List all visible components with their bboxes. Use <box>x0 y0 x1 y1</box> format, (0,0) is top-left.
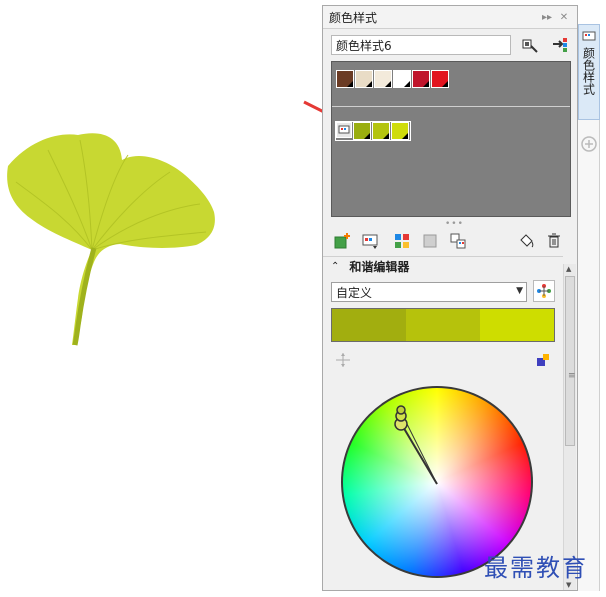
harmony-icon <box>362 234 378 249</box>
harmony-rule-value: 自定义 <box>336 285 373 300</box>
eyedropper-style-button[interactable] <box>519 34 541 56</box>
rearrange-icon <box>450 233 466 249</box>
color-swatch[interactable] <box>355 70 373 88</box>
drawing-canvas[interactable] <box>0 0 320 594</box>
color-swatch[interactable] <box>374 70 392 88</box>
harmony-color-cell[interactable] <box>406 309 480 341</box>
harmony-editor-title: 和谐编辑器 <box>349 260 410 274</box>
docker-tabs: 颜色样式 <box>578 24 600 591</box>
harmony-group-icon[interactable] <box>336 122 352 138</box>
ginkgo-leaf-illustration <box>7 133 215 346</box>
collapse-chevron-icon[interactable]: ⌃ <box>331 261 339 272</box>
color-styles-list[interactable] <box>331 61 571 217</box>
styles-toolbar <box>331 230 571 252</box>
dropdown-arrow-icon: ▼ <box>516 286 523 296</box>
harmony-tools-row <box>331 350 555 372</box>
link-styles-button[interactable] <box>391 230 413 252</box>
side-tab-label: 颜色样式 <box>581 47 596 95</box>
panel-header: 颜色样式 ▸▸ ✕ <box>323 6 577 29</box>
splitter-grip[interactable]: ••• <box>445 219 464 229</box>
style-name-input[interactable] <box>331 35 512 55</box>
color-swatch[interactable] <box>353 122 371 140</box>
new-style-icon <box>334 233 350 249</box>
harmony-color-strip[interactable] <box>331 308 555 342</box>
import-style-button[interactable] <box>549 34 571 56</box>
delete-style-button[interactable] <box>543 230 565 252</box>
rearrange-styles-button[interactable] <box>447 230 469 252</box>
harmony-color-cell[interactable] <box>480 309 554 341</box>
convert-styles-button[interactable] <box>419 230 441 252</box>
scrollbar-thumb[interactable]: ≡ <box>565 276 576 446</box>
color-swatch[interactable] <box>336 70 354 88</box>
palette-divider <box>332 106 570 107</box>
new-harmony-button[interactable] <box>359 230 381 252</box>
add-docker-icon[interactable] <box>581 136 597 152</box>
eyedropper-icon <box>522 39 539 53</box>
palette-row-selected[interactable] <box>335 121 411 141</box>
color-swatch[interactable] <box>393 70 411 88</box>
vertical-scrollbar[interactable]: ▲ ≡ ▼ <box>563 264 576 590</box>
style-name-row <box>331 33 571 57</box>
convert-icon <box>423 234 437 248</box>
close-icon[interactable]: ✕ <box>557 12 571 23</box>
tab-color-styles[interactable]: 颜色样式 <box>578 24 600 120</box>
color-styles-tab-icon <box>582 31 596 41</box>
color-styles-panel: 颜色样式 ▸▸ ✕ 颜色样式6 ••• ⌃ 和谐编辑器 自定义 ▼ ▲ ≡ ▼ <box>322 5 578 591</box>
paint-bucket-icon <box>520 234 534 248</box>
palette-row[interactable] <box>336 70 450 88</box>
apply-style-button[interactable] <box>515 230 537 252</box>
expand-icon[interactable]: ▸▸ <box>540 12 554 23</box>
harmony-rules-button[interactable] <box>533 280 555 302</box>
color-model-icon[interactable] <box>535 352 551 371</box>
harmony-editor-header[interactable]: ⌃ 和谐编辑器 <box>323 256 563 276</box>
harmony-nodes-icon <box>537 284 551 298</box>
harmony-rule-select[interactable]: 自定义 ▼ <box>331 282 527 302</box>
import-arrow-icon <box>553 38 568 52</box>
trash-icon <box>548 233 560 248</box>
link-grid-icon <box>395 234 409 248</box>
color-swatch[interactable] <box>372 122 390 140</box>
harmony-color-cell[interactable] <box>332 309 406 341</box>
color-swatch[interactable] <box>412 70 430 88</box>
panel-title: 颜色样式 <box>329 10 378 25</box>
color-swatch[interactable] <box>431 70 449 88</box>
color-swatch[interactable] <box>391 122 409 140</box>
watermark-text: 最需教育 <box>484 554 588 582</box>
move-nodes-icon[interactable] <box>335 352 351 371</box>
scroll-up-arrow-icon[interactable]: ▲ <box>566 265 571 273</box>
new-color-style-button[interactable] <box>331 230 353 252</box>
